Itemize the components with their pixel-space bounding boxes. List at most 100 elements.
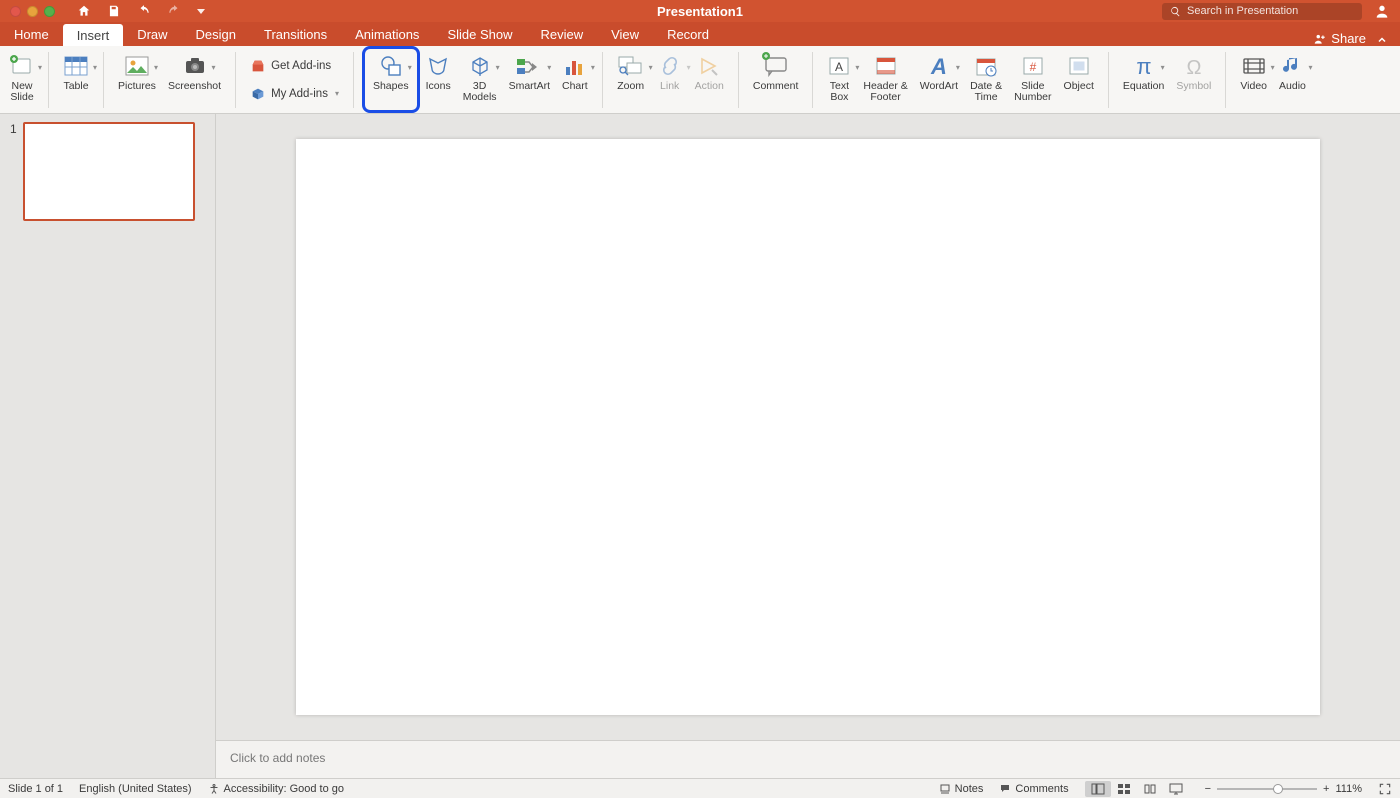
tab-record[interactable]: Record — [653, 22, 723, 46]
reading-view-button[interactable] — [1137, 781, 1163, 797]
3d-models-button[interactable]: ▾ 3D Models — [457, 50, 503, 110]
pictures-button[interactable]: ▾ Pictures — [112, 50, 162, 110]
tab-animations[interactable]: Animations — [341, 22, 433, 46]
ribbon-tabs: Home Insert Draw Design Transitions Anim… — [0, 22, 1400, 46]
date-time-button[interactable]: Date & Time — [964, 50, 1008, 110]
slide-indicator[interactable]: Slide 1 of 1 — [8, 783, 63, 795]
chart-button[interactable]: ▾ Chart — [556, 50, 594, 110]
zoom-in-button[interactable]: + — [1323, 783, 1329, 795]
action-label: Action — [695, 81, 724, 92]
equation-button[interactable]: π ▾ Equation — [1117, 50, 1170, 110]
notes-label: Notes — [955, 783, 984, 795]
tab-view[interactable]: View — [597, 22, 653, 46]
window-controls — [0, 6, 65, 17]
date-time-label: Date & Time — [970, 81, 1002, 103]
audio-label: Audio — [1279, 81, 1306, 92]
search-input[interactable]: Search in Presentation — [1162, 3, 1362, 20]
icons-button[interactable]: Icons — [420, 50, 457, 110]
notes-icon — [939, 783, 951, 795]
redo-icon[interactable] — [167, 4, 181, 18]
fit-to-window-button[interactable] — [1378, 782, 1392, 796]
zoom-window-button[interactable] — [44, 6, 55, 17]
accessibility-status[interactable]: Accessibility: Good to go — [208, 783, 344, 795]
collapse-ribbon-button[interactable] — [1372, 34, 1400, 46]
svg-text:#: # — [1030, 60, 1037, 74]
normal-view-button[interactable] — [1085, 781, 1111, 797]
notes-pane[interactable]: Click to add notes — [216, 740, 1400, 778]
accessibility-label: Accessibility: Good to go — [224, 783, 344, 795]
minimize-window-button[interactable] — [27, 6, 38, 17]
video-button[interactable]: ▾ Video — [1234, 50, 1273, 110]
quick-access-toolbar — [77, 4, 205, 18]
zoom-label: Zoom — [617, 81, 644, 92]
table-label: Table — [63, 81, 88, 92]
user-account-icon[interactable] — [1374, 3, 1390, 19]
share-button[interactable]: Share — [1307, 31, 1372, 46]
slide-1[interactable] — [296, 139, 1320, 715]
search-icon — [1170, 6, 1181, 17]
symbol-button: Ω Symbol — [1170, 50, 1217, 110]
slide-number-button[interactable]: # Slide Number — [1008, 50, 1057, 110]
my-addins-button[interactable]: My Add-ins ▾ — [244, 81, 345, 107]
wordart-button[interactable]: A ▾ WordArt — [914, 50, 964, 110]
tab-insert[interactable]: Insert — [63, 24, 124, 46]
table-button[interactable]: ▾ Table — [57, 50, 95, 110]
get-addins-button[interactable]: Get Add-ins — [244, 53, 345, 79]
tab-design[interactable]: Design — [182, 22, 250, 46]
comment-label: Comment — [753, 81, 799, 92]
notes-placeholder: Click to add notes — [230, 751, 325, 765]
zoom-slider[interactable] — [1217, 788, 1317, 790]
slide-thumbnail-panel: 1 — [0, 114, 216, 778]
undo-icon[interactable] — [137, 4, 151, 18]
svg-text:A: A — [930, 54, 947, 78]
comments-toggle[interactable]: Comments — [999, 783, 1068, 795]
share-label: Share — [1331, 31, 1366, 46]
search-placeholder: Search in Presentation — [1187, 5, 1298, 17]
comments-icon — [999, 783, 1011, 795]
save-icon[interactable] — [107, 4, 121, 18]
smartart-button[interactable]: ▾ SmartArt — [503, 50, 556, 110]
close-window-button[interactable] — [10, 6, 21, 17]
link-button: ▾ Link — [651, 50, 689, 110]
zoom-percent[interactable]: 111% — [1335, 783, 1362, 795]
slideshow-view-button[interactable] — [1163, 781, 1189, 797]
notes-toggle[interactable]: Notes — [939, 783, 984, 795]
tab-draw[interactable]: Draw — [123, 22, 181, 46]
pictures-label: Pictures — [118, 81, 156, 92]
object-button[interactable]: Object — [1058, 50, 1100, 110]
slide-sorter-view-button[interactable] — [1111, 781, 1137, 797]
qat-customize-dropdown[interactable] — [197, 9, 205, 14]
wordart-label: WordArt — [920, 81, 958, 92]
text-box-button[interactable]: A ▾ Text Box — [821, 50, 857, 110]
home-icon[interactable] — [77, 4, 91, 18]
zoom-out-button[interactable]: − — [1205, 783, 1211, 795]
video-label: Video — [1240, 81, 1267, 92]
new-slide-button[interactable]: ▾ New Slide — [4, 50, 40, 110]
slide-number-label: Slide Number — [1014, 81, 1051, 103]
tab-slide-show[interactable]: Slide Show — [433, 22, 526, 46]
3d-models-label: 3D Models — [463, 81, 497, 103]
zoom-button[interactable]: ▾ Zoom — [611, 50, 651, 110]
object-label: Object — [1064, 81, 1094, 92]
shapes-button[interactable]: ▾ Shapes — [367, 50, 415, 110]
symbol-label: Symbol — [1176, 81, 1211, 92]
link-label: Link — [660, 81, 679, 92]
tab-home[interactable]: Home — [0, 22, 63, 46]
title-bar: Presentation1 Search in Presentation — [0, 0, 1400, 22]
language-indicator[interactable]: English (United States) — [79, 783, 192, 795]
header-footer-button[interactable]: Header & Footer — [857, 50, 913, 110]
comment-button[interactable]: Comment — [747, 50, 805, 110]
slide-stage[interactable] — [216, 114, 1400, 740]
action-button: Action — [689, 50, 730, 110]
screenshot-label: Screenshot — [168, 81, 221, 92]
editor-canvas: Click to add notes — [216, 114, 1400, 778]
screenshot-button[interactable]: ▾ Screenshot — [162, 50, 227, 110]
tab-review[interactable]: Review — [526, 22, 597, 46]
audio-button[interactable]: ▾ Audio — [1273, 50, 1312, 110]
shapes-highlight: ▾ Shapes — [362, 46, 420, 113]
get-addins-label: Get Add-ins — [271, 60, 331, 72]
shapes-label: Shapes — [373, 81, 409, 92]
tab-transitions[interactable]: Transitions — [250, 22, 341, 46]
workspace: 1 Click to add notes — [0, 114, 1400, 778]
slide-thumbnail-1[interactable]: 1 — [10, 122, 205, 221]
